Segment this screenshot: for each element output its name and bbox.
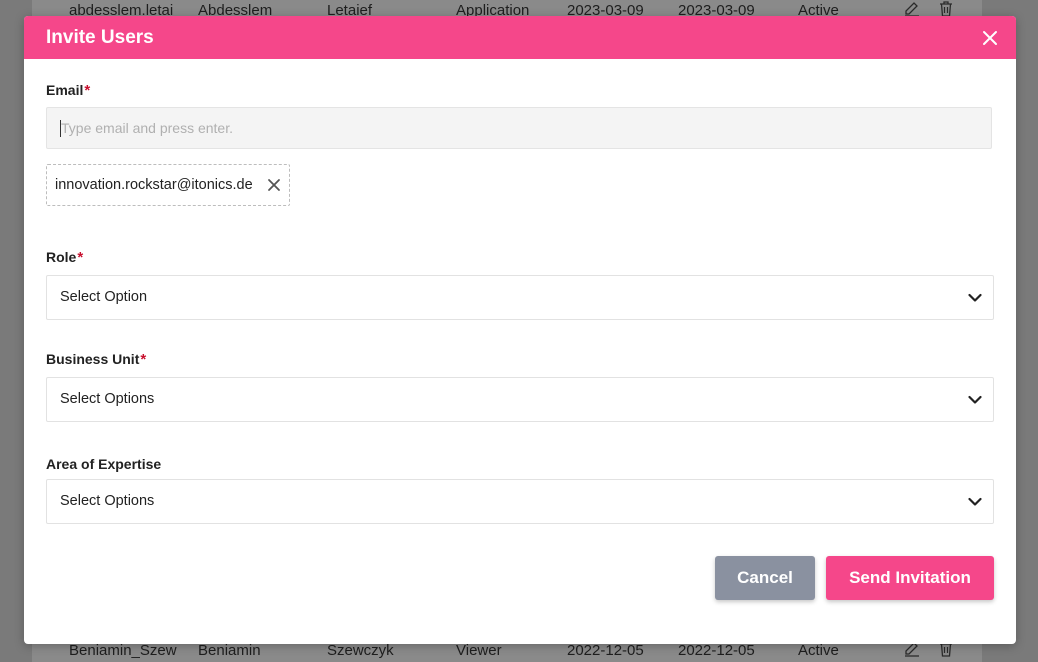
email-chip: innovation.rockstar@itonics.de [46, 164, 290, 206]
area-of-expertise-select[interactable]: Select Options [46, 479, 994, 524]
table-cell-last-name: Szewczyk [327, 642, 394, 659]
role-select-value: Select Option [60, 289, 148, 305]
modal-header: Invite Users [24, 16, 1016, 59]
role-select[interactable]: Select Option [46, 275, 994, 320]
text-cursor [60, 120, 61, 137]
table-cell-status: Active [798, 642, 839, 659]
email-label: Email* [46, 82, 90, 99]
table-cell-username: Beniamin_Szew [69, 642, 177, 659]
business-unit-select-value: Select Options [60, 391, 155, 407]
chevron-down-icon [968, 291, 982, 305]
area-of-expertise-label-text: Area of Expertise [46, 456, 162, 472]
area-of-expertise-label: Area of Expertise [46, 456, 161, 472]
business-unit-label-text: Business Unit [46, 351, 140, 367]
required-mark: * [140, 351, 147, 368]
table-cell-created: 2022-12-05 [567, 642, 644, 659]
role-label-text: Role [46, 249, 77, 265]
chevron-down-icon [968, 393, 982, 407]
email-chip-text: innovation.rockstar@itonics.de [55, 177, 253, 193]
email-label-text: Email [46, 82, 84, 98]
remove-chip-icon[interactable] [267, 178, 281, 192]
role-label: Role* [46, 249, 83, 266]
table-cell-updated: 2022-12-05 [678, 642, 755, 659]
table-cell-first-name: Beniamin [198, 642, 261, 659]
required-mark: * [77, 249, 84, 266]
required-mark: * [84, 82, 91, 99]
invite-users-modal: Invite Users Email* innovation.rockstar@… [24, 16, 1016, 644]
business-unit-label: Business Unit* [46, 351, 146, 368]
modal-title: Invite Users [46, 27, 154, 48]
send-invitation-button[interactable]: Send Invitation [826, 556, 994, 600]
cancel-button[interactable]: Cancel [715, 556, 815, 600]
chevron-down-icon [968, 495, 982, 509]
email-input[interactable] [46, 107, 992, 149]
page: abdesslem.letai Abdesslem Letaief Applic… [0, 0, 1038, 662]
business-unit-select[interactable]: Select Options [46, 377, 994, 422]
table-cell-role: Viewer [456, 642, 502, 659]
area-of-expertise-select-value: Select Options [60, 493, 155, 509]
close-icon[interactable] [980, 28, 1000, 48]
